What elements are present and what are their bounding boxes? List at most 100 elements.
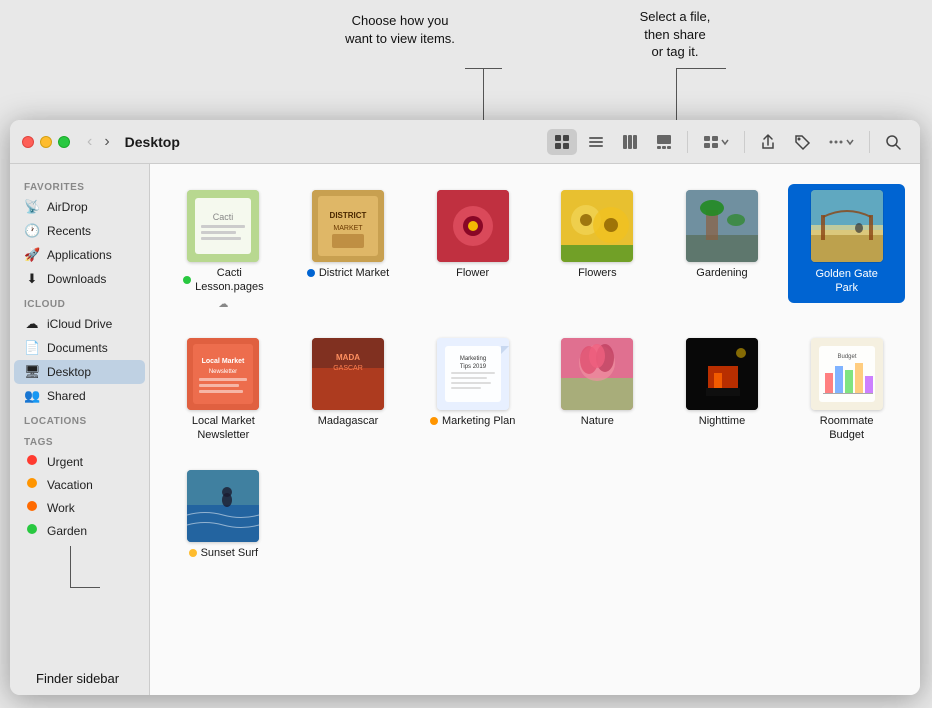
titlebar: ‹ › Desktop	[10, 120, 920, 164]
work-dot	[24, 500, 40, 515]
sidebar-item-downloads[interactable]: ⬇ Downloads	[14, 267, 145, 291]
annotation-line-choose	[483, 68, 484, 120]
cloud-icon-cacti: ☁	[218, 299, 228, 310]
file-name-row-district: District Market	[307, 266, 389, 280]
file-name-nighttime: Nighttime	[699, 414, 745, 428]
file-item-district[interactable]: DISTRICT MARKET District Market	[290, 184, 407, 286]
sidebar-item-documents[interactable]: 📄 Documents	[14, 336, 145, 360]
file-item-sunset[interactable]: Sunset Surf	[165, 464, 282, 566]
file-thumb-district: DISTRICT MARKET	[312, 190, 384, 262]
svg-text:Local Market: Local Market	[202, 358, 245, 365]
file-name-madagascar: Madagascar	[318, 414, 379, 428]
file-item-marketing[interactable]: Marketing Tips 2019 Marketing Plan	[414, 332, 531, 434]
toolbar-divider-1	[687, 131, 688, 153]
airdrop-label: AirDrop	[47, 200, 135, 214]
file-item-golden[interactable]: Golden Gate Park	[788, 184, 905, 303]
annotation-line-sidebar	[70, 546, 71, 588]
sidebar-item-vacation[interactable]: Vacation	[14, 473, 145, 496]
garden-label: Garden	[47, 524, 135, 538]
file-thumb-golden	[811, 190, 883, 262]
back-button[interactable]: ‹	[82, 131, 97, 153]
tag-dot-cacti	[183, 276, 191, 284]
view-gallery-button[interactable]	[649, 129, 679, 155]
path-title: Desktop	[125, 134, 180, 150]
file-thumb-gardening	[686, 190, 758, 262]
file-item-nighttime[interactable]: Nighttime	[664, 332, 781, 434]
annotation-select-share: Select a file,then shareor tag it.	[590, 8, 760, 61]
sidebar-item-urgent[interactable]: Urgent	[14, 450, 145, 473]
close-button[interactable]	[22, 136, 34, 148]
file-thumb-local: Local Market Newsletter	[187, 338, 259, 410]
documents-label: Documents	[47, 341, 135, 355]
sidebar-item-shared[interactable]: 👥 Shared	[14, 384, 145, 408]
applications-label: Applications	[47, 248, 135, 262]
file-name-golden: Golden Gate Park	[802, 266, 892, 297]
main-area: Favorites 📡 AirDrop 🕐 Recents 🚀 Applicat…	[10, 164, 920, 695]
file-item-local[interactable]: Local Market Newsletter Local MarketNews…	[165, 332, 282, 449]
file-name-local: Local MarketNewsletter	[192, 414, 255, 443]
view-columns-button[interactable]	[615, 129, 645, 155]
file-name-cacti: CactiLesson.pages	[195, 266, 264, 295]
shared-icon: 👥	[24, 388, 40, 404]
svg-text:DISTRICT: DISTRICT	[330, 211, 367, 220]
annotation-line-sidebar-h	[70, 587, 100, 588]
sidebar-item-recents[interactable]: 🕐 Recents	[14, 219, 145, 243]
toolbar-divider-2	[744, 131, 745, 153]
svg-text:Tips 2019: Tips 2019	[460, 364, 487, 370]
desktop-icon: 🖥	[24, 364, 40, 380]
view-icon-button[interactable]	[547, 129, 577, 155]
sidebar-item-work[interactable]: Work	[14, 496, 145, 519]
file-name-gardening: Gardening	[696, 266, 747, 280]
file-name-row-cacti: CactiLesson.pages	[183, 266, 264, 295]
file-grid: Cacti CactiLesson.pages ☁	[165, 184, 905, 566]
file-item-gardening[interactable]: Gardening	[664, 184, 781, 286]
applications-icon: 🚀	[24, 247, 40, 263]
icloud-icon: ☁	[24, 316, 40, 332]
file-thumb-nature	[561, 338, 633, 410]
search-button[interactable]	[878, 129, 908, 155]
file-item-madagascar[interactable]: MADA GASCAR Madagascar	[290, 332, 407, 434]
file-name-district: District Market	[319, 266, 389, 280]
more-button[interactable]	[821, 129, 861, 155]
garden-dot	[24, 523, 40, 538]
share-button[interactable]	[753, 129, 783, 155]
finder-window: ‹ › Desktop	[10, 120, 920, 695]
urgent-dot	[24, 454, 40, 469]
file-name-row-marketing: Marketing Plan	[430, 414, 515, 428]
file-thumb-madagascar: MADA GASCAR	[312, 338, 384, 410]
sidebar-item-applications[interactable]: 🚀 Applications	[14, 243, 145, 267]
traffic-lights	[22, 136, 70, 148]
file-item-roommate[interactable]: Budget RoommateBudget	[788, 332, 905, 449]
minimize-button[interactable]	[40, 136, 52, 148]
urgent-label: Urgent	[47, 455, 135, 469]
desktop-label: Desktop	[47, 365, 135, 379]
file-item-cacti[interactable]: Cacti CactiLesson.pages ☁	[165, 184, 282, 316]
sidebar-item-desktop[interactable]: 🖥 Desktop	[14, 360, 145, 384]
file-item-flower[interactable]: Flower	[414, 184, 531, 286]
file-thumb-flowers	[561, 190, 633, 262]
group-button[interactable]	[696, 129, 736, 155]
file-item-flowers[interactable]: Flowers	[539, 184, 656, 286]
documents-icon: 📄	[24, 340, 40, 356]
forward-button[interactable]: ›	[99, 131, 114, 153]
nav-buttons: ‹ ›	[82, 131, 115, 153]
maximize-button[interactable]	[58, 136, 70, 148]
file-name-roommate: RoommateBudget	[820, 414, 874, 443]
downloads-label: Downloads	[47, 272, 135, 286]
toolbar-icons	[547, 129, 908, 155]
annotation-line-share	[676, 68, 677, 120]
icloud-label-text: iCloud Drive	[47, 317, 135, 331]
svg-text:Cacti: Cacti	[213, 212, 234, 222]
downloads-icon: ⬇	[24, 271, 40, 287]
toolbar-divider-3	[869, 131, 870, 153]
view-list-button[interactable]	[581, 129, 611, 155]
annotation-line-choose-h	[465, 68, 502, 69]
sidebar-item-garden[interactable]: Garden	[14, 519, 145, 542]
file-item-nature[interactable]: Nature	[539, 332, 656, 434]
locations-label: Locations	[10, 408, 149, 429]
sidebar-item-airdrop[interactable]: 📡 AirDrop	[14, 195, 145, 219]
tag-button[interactable]	[787, 129, 817, 155]
sidebar-item-icloud[interactable]: ☁ iCloud Drive	[14, 312, 145, 336]
work-label: Work	[47, 501, 135, 515]
file-name-nature: Nature	[581, 414, 614, 428]
